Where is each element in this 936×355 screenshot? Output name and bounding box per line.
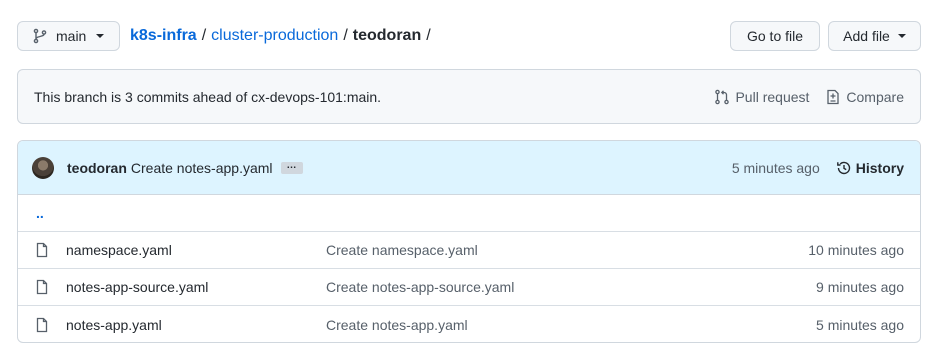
file-icon	[34, 279, 50, 295]
parent-directory-link[interactable]: ..	[34, 205, 44, 221]
latest-commit-bar: teodoran Create notes-app.yaml … 5 minut…	[18, 141, 920, 195]
breadcrumb-separator: /	[343, 27, 348, 44]
file-row[interactable]: namespace.yaml Create namespace.yaml 10 …	[18, 232, 920, 269]
breadcrumb-separator: /	[201, 27, 207, 44]
go-to-file-button[interactable]: Go to file	[730, 21, 820, 51]
expand-commit-button[interactable]: …	[280, 160, 303, 174]
file-diff-icon	[825, 89, 841, 105]
branch-status-text: This branch is 3 commits ahead of cx-dev…	[34, 88, 382, 105]
file-name-link[interactable]: namespace.yaml	[66, 242, 326, 258]
file-icon	[34, 242, 50, 258]
file-name-link[interactable]: notes-app-source.yaml	[66, 279, 326, 295]
file-commit-time: 10 minutes ago	[808, 242, 904, 258]
file-name-link[interactable]: notes-app.yaml	[66, 317, 326, 333]
file-row[interactable]: notes-app-source.yaml Create notes-app-s…	[18, 269, 920, 306]
file-icon	[34, 317, 50, 333]
file-commit-message[interactable]: Create notes-app-source.yaml	[326, 279, 816, 295]
compare-link[interactable]: Compare	[825, 89, 904, 105]
parent-directory-row[interactable]: ..	[18, 195, 920, 232]
add-file-button[interactable]: Add file	[828, 21, 921, 51]
add-file-label: Add file	[843, 28, 890, 44]
branch-select-button[interactable]: main	[17, 21, 120, 51]
branch-name: main	[56, 28, 87, 44]
branch-status-banner: This branch is 3 commits ahead of cx-dev…	[17, 69, 921, 124]
commit-time: 5 minutes ago	[731, 159, 820, 176]
breadcrumb-separator: /	[426, 27, 431, 44]
commit-author[interactable]: teodoran	[67, 160, 127, 176]
pull-request-link[interactable]: Pull request	[714, 89, 809, 105]
git-pull-request-icon	[714, 89, 730, 105]
file-commit-message[interactable]: Create notes-app.yaml	[326, 317, 816, 333]
avatar[interactable]	[32, 156, 54, 179]
breadcrumb: k8s-infra / cluster-production / teodora…	[130, 21, 436, 51]
commit-message[interactable]: Create notes-app.yaml	[131, 160, 273, 176]
compare-label: Compare	[846, 88, 904, 105]
chevron-down-icon	[96, 34, 105, 38]
history-label: History	[855, 159, 904, 176]
breadcrumb-repo-link[interactable]: k8s-infra	[130, 27, 197, 45]
file-row[interactable]: notes-app.yaml Create notes-app.yaml 5 m…	[18, 306, 920, 342]
file-commit-time: 5 minutes ago	[816, 316, 904, 333]
breadcrumb-current: teodoran	[352, 27, 422, 44]
history-link[interactable]: History	[836, 160, 904, 176]
breadcrumb-folder-link[interactable]: cluster-production	[211, 27, 338, 45]
file-commit-time: 9 minutes ago	[816, 279, 904, 295]
repo-navigation-bar: main k8s-infra / cluster-production / te…	[17, 21, 921, 53]
git-branch-icon	[32, 28, 48, 44]
chevron-down-icon	[897, 34, 906, 38]
file-commit-message[interactable]: Create namespace.yaml	[326, 242, 808, 258]
file-browser: teodoran Create notes-app.yaml … 5 minut…	[17, 140, 921, 343]
history-icon	[836, 160, 852, 176]
pull-request-label: Pull request	[735, 88, 810, 105]
